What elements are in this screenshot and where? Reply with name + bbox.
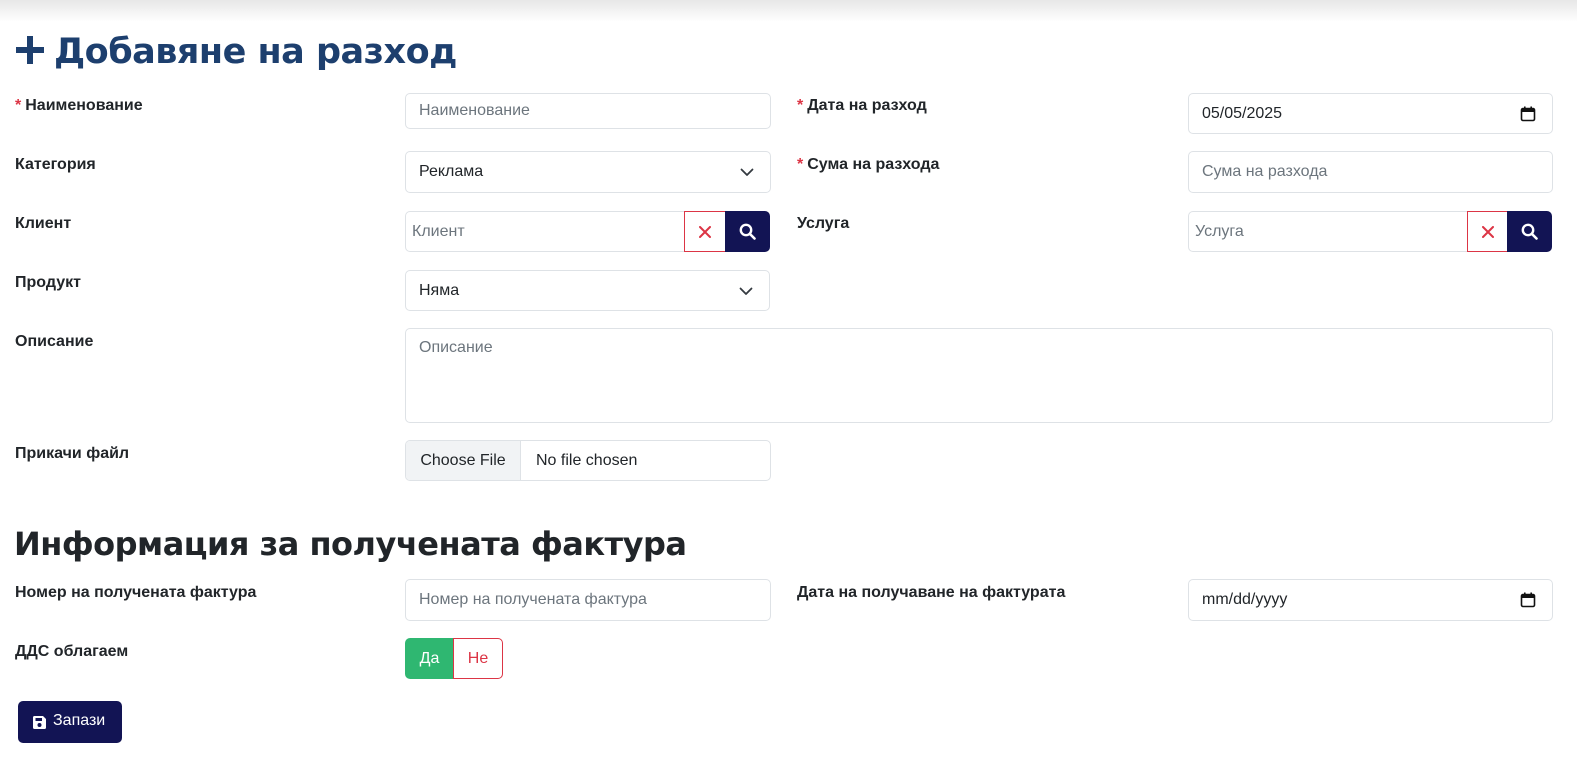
required-marker: * [15,97,22,114]
service-search-button[interactable] [1507,211,1552,252]
file-status: No file chosen [536,452,638,469]
close-icon [1482,225,1494,238]
save-button[interactable]: Запази [18,701,122,743]
vat-label: ДДС облагаем [15,643,129,660]
amount-input[interactable] [1188,151,1553,193]
category-select[interactable]: Реклама [405,151,771,193]
calendar-icon[interactable] [1520,106,1536,122]
vat-yes-button[interactable]: Да [405,638,454,679]
service-input-group [1188,211,1553,252]
client-input[interactable] [405,211,685,252]
name-label: * Наименование [15,97,143,114]
invoice-number-label: Номер на получената фактура [15,584,257,601]
service-input[interactable] [1188,211,1468,252]
product-select[interactable]: Няма [405,270,770,311]
chevron-down-icon [740,168,754,176]
client-clear-button[interactable] [684,211,726,252]
top-shadow [0,0,1577,22]
file-input[interactable]: Choose File No file chosen [405,440,771,481]
invoice-date-value: mm/dd/yyyy [1202,591,1288,608]
calendar-icon[interactable] [1520,592,1536,608]
invoice-date-input[interactable]: mm/dd/yyyy [1188,579,1553,621]
service-label: Услуга [797,215,850,232]
service-clear-button[interactable] [1467,211,1509,252]
search-icon [739,223,756,240]
invoice-number-input[interactable] [405,579,771,621]
choose-file-button[interactable]: Choose File [406,441,521,480]
invoice-section-title: Информация за получената фактура [14,525,687,563]
date-input[interactable]: 05/05/2025 [1188,93,1553,134]
save-button-label: Запази [53,712,106,729]
page-title: Добавяне на разход [14,28,457,76]
required-marker: * [797,97,804,114]
client-search-button[interactable] [725,211,770,252]
vat-no-button[interactable]: Не [453,638,503,679]
product-selected: Няма [419,282,460,299]
description-textarea[interactable] [405,328,1553,423]
close-icon [699,225,711,238]
name-input[interactable] [405,93,771,129]
client-input-group [405,211,771,252]
plus-icon [16,36,44,64]
client-label: Клиент [15,215,72,232]
required-marker: * [797,156,804,173]
search-icon [1521,223,1538,240]
product-label: Продукт [15,274,81,291]
date-label: * Дата на разход [797,97,927,114]
attachment-label: Прикачи файл [15,445,130,462]
floppy-disk-icon [33,716,46,729]
chevron-down-icon [739,287,753,295]
description-label: Описание [15,333,94,350]
amount-label: * Сума на разхода [797,156,940,173]
page-title-text: Добавяне на разход [54,32,457,72]
date-value: 05/05/2025 [1202,105,1283,122]
category-label: Категория [15,156,96,173]
invoice-date-label: Дата на получаване на фактурата [797,584,1066,601]
category-selected: Реклама [419,163,484,180]
